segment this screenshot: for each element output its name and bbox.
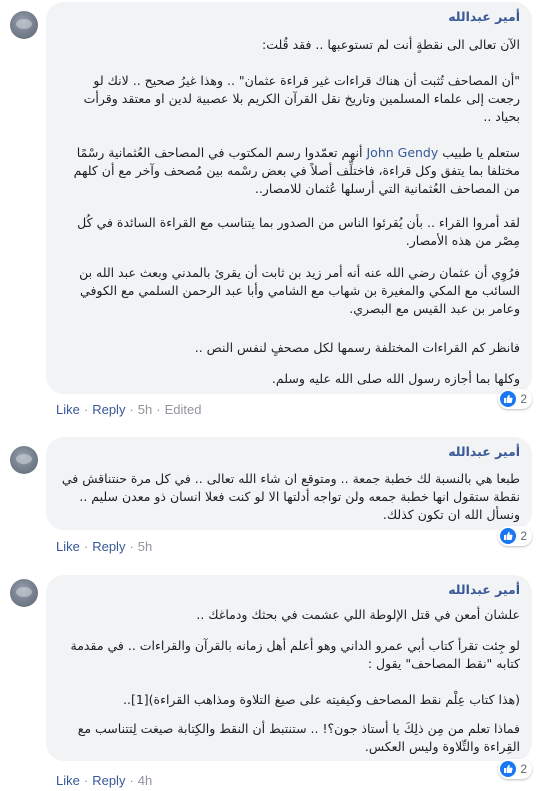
avatar[interactable] (10, 446, 38, 474)
reaction-count[interactable]: 2 (498, 759, 532, 779)
comment-timestamp[interactable]: 5h (138, 539, 152, 554)
reaction-count[interactable]: 2 (498, 389, 532, 409)
comment-actions: Like · Reply · 5h · Edited (56, 402, 202, 417)
comment-paragraph: طبعا هي بالنسبة لك خطبة جمعة .. ومتوقع ا… (61, 471, 520, 522)
reply-link[interactable]: Reply (92, 402, 125, 417)
comment-paragraph: فرُوِي أن عثمان رضي الله عنه أنه أمر زيد… (79, 265, 520, 316)
like-thumb-icon (500, 761, 517, 777)
comment-paragraph: لقد أمروا القراء .. بأن يُقرئوا الناس من… (77, 215, 520, 248)
edited-label[interactable]: Edited (165, 402, 202, 417)
reaction-count-number: 2 (520, 529, 527, 543)
like-link[interactable]: Like (56, 773, 80, 788)
like-link[interactable]: Like (56, 539, 80, 554)
like-thumb-icon (500, 528, 517, 544)
comment-1: أمير عبدالله الآن تعالى الى نقطةٍ أنت لم… (0, 0, 540, 425)
avatar[interactable] (10, 579, 38, 607)
comment-timestamp[interactable]: 5h (138, 402, 152, 417)
comment-author[interactable]: أمير عبدالله (448, 9, 520, 24)
reaction-count[interactable]: 2 (498, 526, 532, 546)
comment-actions: Like · Reply · 5h (56, 539, 153, 554)
comment-bubble: أمير عبدالله طبعا هي بالنسبة لك خطبة جمع… (46, 437, 532, 530)
comment-3: أمير عبدالله علشان أمعن في قتل الإلوطة ا… (0, 570, 540, 791)
reaction-count-number: 2 (520, 392, 527, 406)
comment-paragraph: فماذا تعلم من مِن ذلِكَ يا أستاذ جون؟! .… (77, 721, 520, 754)
comment-paragraph: علشان أمعن في قتل الإلوطة اللي عشمت في ب… (196, 607, 520, 622)
like-thumb-icon (500, 391, 517, 407)
comment-2: أمير عبدالله طبعا هي بالنسبة لك خطبة جمع… (0, 435, 540, 560)
reply-link[interactable]: Reply (92, 773, 125, 788)
like-link[interactable]: Like (56, 402, 80, 417)
avatar[interactable] (10, 11, 38, 39)
comment-timestamp[interactable]: 4h (138, 773, 152, 788)
comment-paragraph: (هذا كتاب عِلْم نقط المصاحف وكيفيته على … (123, 692, 520, 707)
comment-paragraph: لو جِئت تقرأ كتاب أبي عمرو الداني وهو أع… (70, 638, 520, 671)
comment-paragraph: وكلها بما أجازه رسول الله صلى الله عليه … (271, 371, 520, 386)
comment-bubble: أمير عبدالله الآن تعالى الى نقطةٍ أنت لم… (46, 2, 532, 394)
reaction-count-number: 2 (520, 762, 527, 776)
user-mention-link[interactable]: John Gendy (366, 145, 438, 160)
comment-paragraph: فانظر كم القراءات المختلفة رسمها لكل مصح… (194, 340, 520, 355)
comment-paragraph: ستعلم يا طبيب John Gendy أنهم تعمّدوا رس… (73, 145, 520, 196)
comment-author[interactable]: أمير عبدالله (448, 582, 520, 597)
comment-bubble: أمير عبدالله علشان أمعن في قتل الإلوطة ا… (46, 575, 532, 761)
comment-actions: Like · Reply · 4h (56, 773, 153, 788)
comment-paragraph: "أن المصاحف تُثبت أن هناك قراءات غير قرا… (83, 73, 520, 124)
comment-author[interactable]: أمير عبدالله (448, 444, 520, 459)
comment-paragraph: الآن تعالى الى نقطةٍ أنت لم تستوعبها .. … (262, 37, 520, 52)
reply-link[interactable]: Reply (92, 539, 125, 554)
